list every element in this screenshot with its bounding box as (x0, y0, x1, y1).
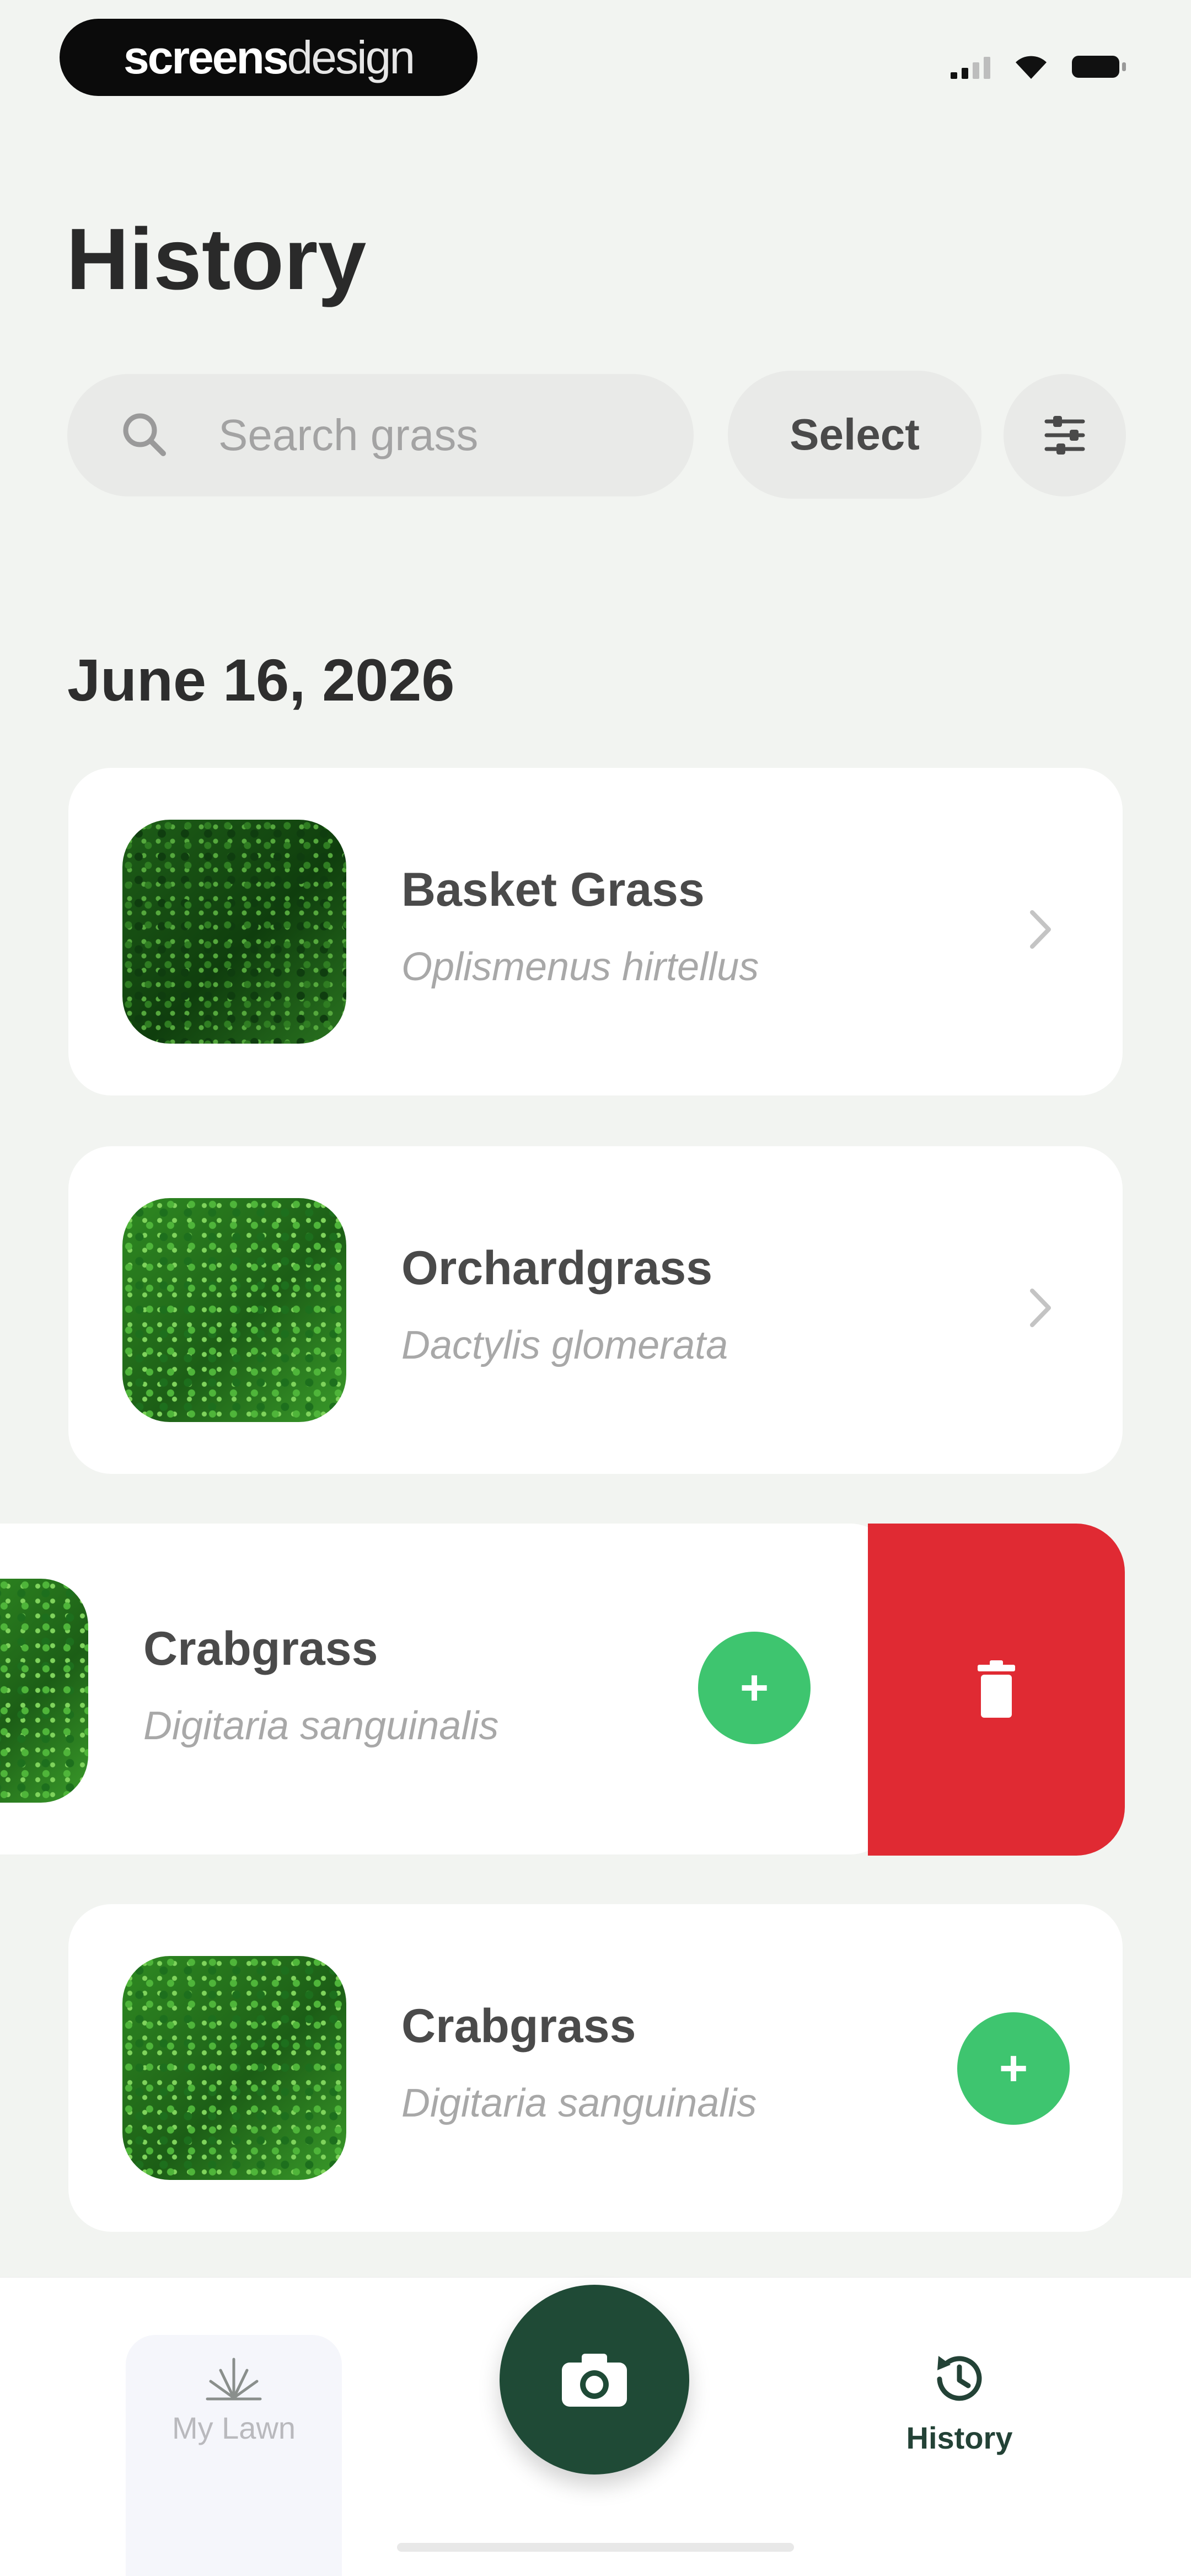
history-card[interactable]: Basket Grass Oplismenus hirtellus (68, 768, 1123, 1095)
status-icons (951, 47, 1126, 86)
plus-icon: + (999, 2041, 1028, 2096)
grass-thumbnail (122, 1198, 346, 1422)
delete-button[interactable] (868, 1524, 1125, 1856)
grass-scientific-name: Digitaria sanguinalis (143, 1704, 499, 1748)
grass-scientific-name: Dactylis glomerata (401, 1323, 728, 1367)
select-button[interactable]: Select (728, 371, 981, 499)
grass-name: Orchardgrass (401, 1242, 713, 1295)
grass-name: Crabgrass (143, 1622, 378, 1675)
trash-icon (978, 1660, 1015, 1718)
home-indicator (397, 2543, 794, 2552)
filter-icon (1044, 416, 1085, 455)
brand-bold-text: screens (123, 31, 289, 83)
grass-thumbnail (0, 1579, 88, 1803)
history-card[interactable]: Orchardgrass Dactylis glomerata (68, 1146, 1123, 1474)
grass-scientific-name: Digitaria sanguinalis (401, 2081, 757, 2125)
history-icon (937, 2356, 982, 2401)
wifi-icon (1016, 56, 1047, 79)
search-icon (123, 413, 166, 456)
tab-my-lawn[interactable]: My Lawn (126, 2335, 342, 2576)
grass-scientific-name: Oplismenus hirtellus (401, 945, 759, 989)
chevron-right-icon (1030, 910, 1051, 949)
grass-thumbnail (122, 1956, 346, 2180)
chevron-right-icon (1030, 1289, 1051, 1327)
history-card-swiped[interactable]: Crabgrass Digitaria sanguinalis + (0, 1524, 893, 1854)
search-bar[interactable] (67, 374, 694, 496)
grass-thumbnail (122, 820, 346, 1044)
grass-name: Crabgrass (401, 2000, 636, 2053)
tab-my-lawn-label: My Lawn (171, 2411, 296, 2445)
history-screen: screensdesign History Select June 16, 2 (0, 0, 1191, 2576)
add-to-lawn-button[interactable]: + (957, 2012, 1070, 2125)
cellular-signal-icon (951, 55, 990, 79)
tab-history-label: History (906, 2420, 1013, 2455)
battery-icon (1072, 56, 1126, 78)
section-date-heading: June 16, 2026 (67, 646, 455, 713)
brand-light-text: design (287, 31, 416, 83)
add-to-lawn-button[interactable]: + (698, 1632, 811, 1744)
page-title: History (66, 211, 367, 308)
history-card[interactable]: Crabgrass Digitaria sanguinalis + (68, 1904, 1123, 2232)
lawn-icon (206, 2358, 262, 2401)
camera-scan-button[interactable] (500, 2285, 689, 2475)
grass-name: Basket Grass (401, 863, 705, 916)
search-input[interactable] (217, 402, 661, 469)
plus-icon: + (739, 1660, 769, 1715)
brand-watermark: screens design (60, 19, 478, 96)
tab-history[interactable]: History (888, 2346, 1031, 2456)
camera-icon (562, 2354, 627, 2407)
filter-button[interactable] (1004, 374, 1126, 496)
